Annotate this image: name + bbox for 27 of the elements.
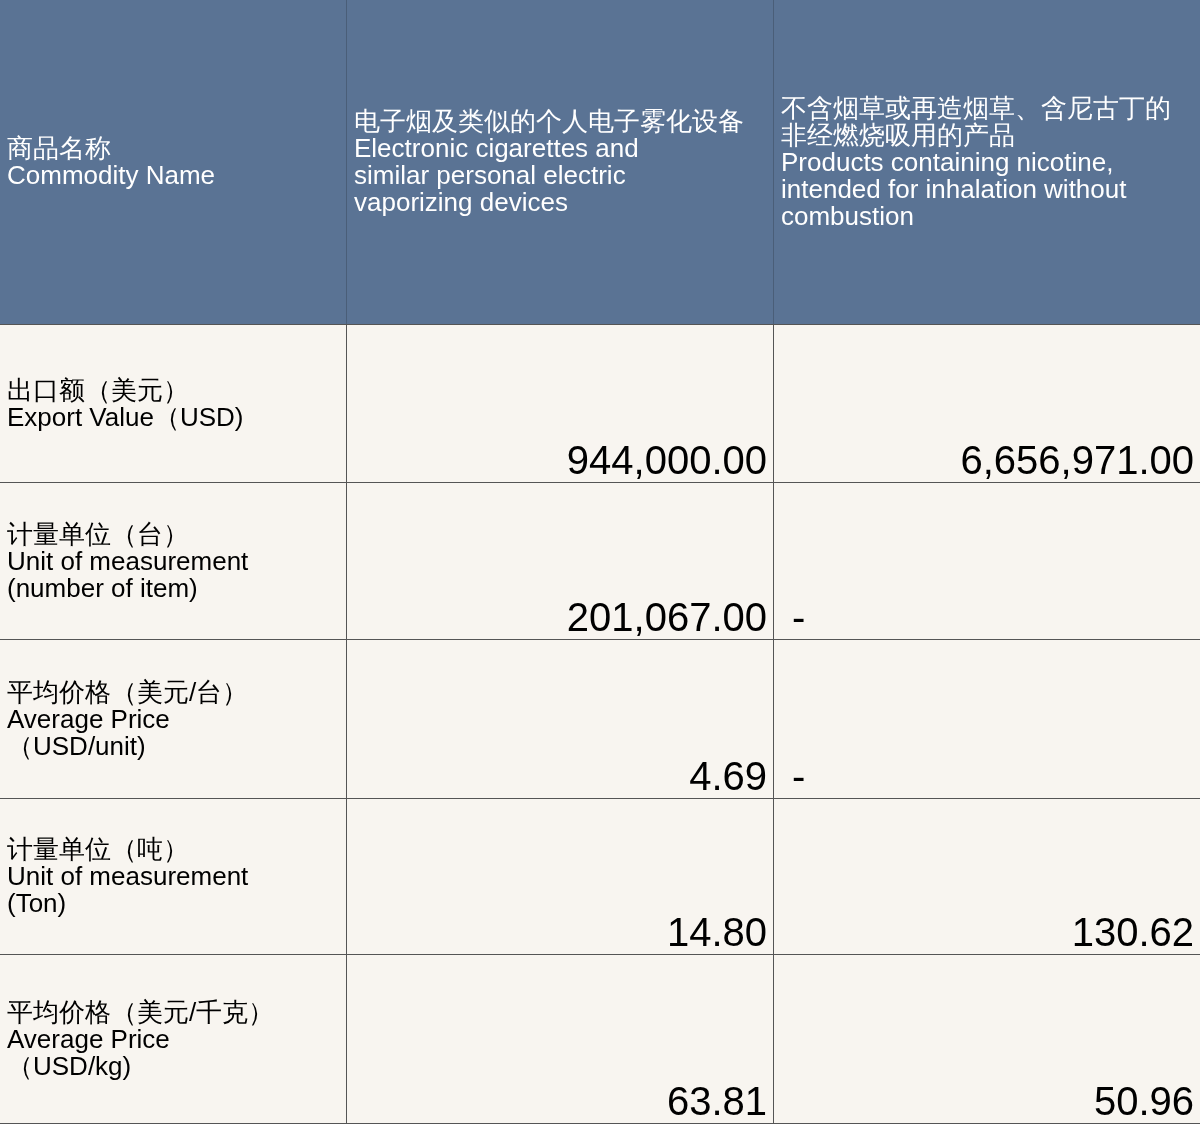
row-english-text: Average Price （USD/unit) (7, 705, 170, 760)
row-english-text: Export Value（USD) (7, 403, 245, 431)
row-english-text: Unit of measurement (number of item) (7, 547, 250, 602)
header-english-text: Products containing nicotine, intended for inhalation without combustion (781, 148, 1128, 230)
header-chinese-text: 电子烟及类似的个人电子雾化设备 (354, 108, 745, 135)
cell-value-text: 130.62 (1071, 910, 1194, 954)
header-english-text: Commodity Name (7, 162, 217, 189)
row-english-text: Average Price （USD/kg) (7, 1025, 170, 1080)
row-chinese-text: 出口额（美元） (7, 376, 190, 404)
row-chinese-text: 平均价格（美元/千克） (7, 998, 276, 1026)
header-chinese-text: 商品名称 (7, 135, 112, 162)
row-chinese-text: 平均价格（美元/台） (7, 678, 250, 706)
cell-value-text: 14.80 (666, 910, 767, 954)
header-chinese-text: 非经燃烧吸用的产品 (781, 121, 1016, 149)
cell-value-text: - (792, 754, 806, 798)
row-chinese-text: 计量单位（吨） (7, 836, 190, 863)
cell-value-text: 944,000.00 (566, 438, 767, 482)
cell-value-text: 63.81 (666, 1079, 767, 1123)
row-chinese-text: 计量单位（台） (7, 520, 190, 548)
cell-value-text: 50.96 (1093, 1079, 1194, 1123)
header-english-text: Electronic cigarettes and similar personal electric vaporizing devices (354, 135, 640, 216)
cell-value-text: 6,656,971.00 (960, 438, 1194, 482)
cell-value-text: 201,067.00 (566, 595, 767, 639)
header-chinese-text: 不含烟草或再造烟草、含尼古丁的 (781, 94, 1172, 122)
cell-value-text: 4.69 (689, 754, 767, 798)
row-english-text: Unit of measurement (Ton) (7, 863, 250, 917)
cell-value-text: - (792, 595, 806, 639)
